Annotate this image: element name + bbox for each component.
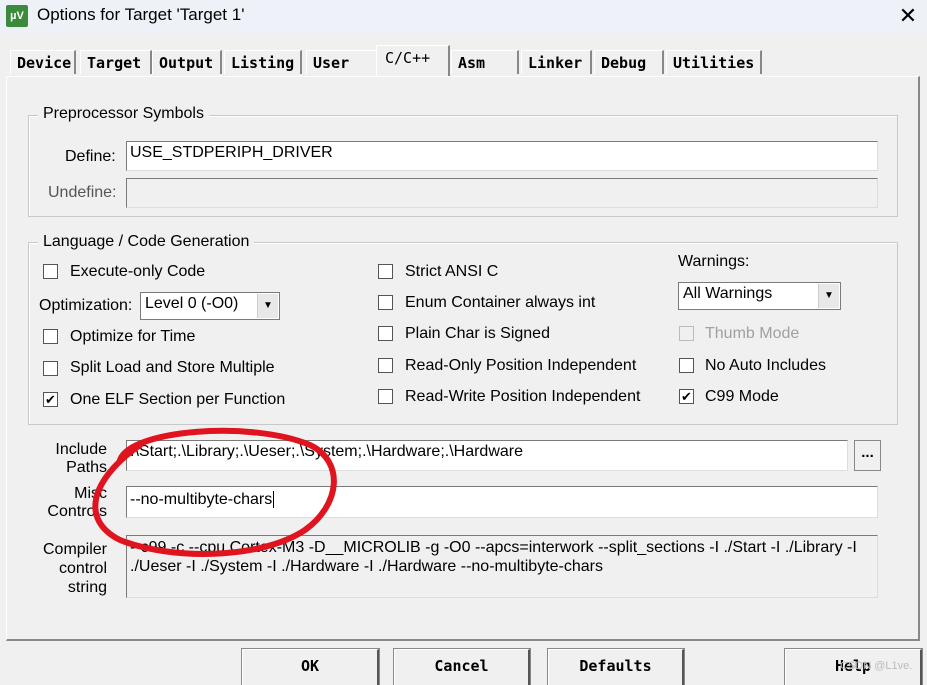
watermark: CSDN @L1ve.	[840, 660, 913, 672]
ok-button[interactable]: OK	[241, 648, 380, 685]
defaults-button[interactable]: Defaults	[547, 648, 685, 685]
cancel-button[interactable]: Cancel	[393, 648, 531, 685]
red-circle-annotation	[92, 427, 337, 557]
annotation-ellipse	[92, 427, 337, 557]
